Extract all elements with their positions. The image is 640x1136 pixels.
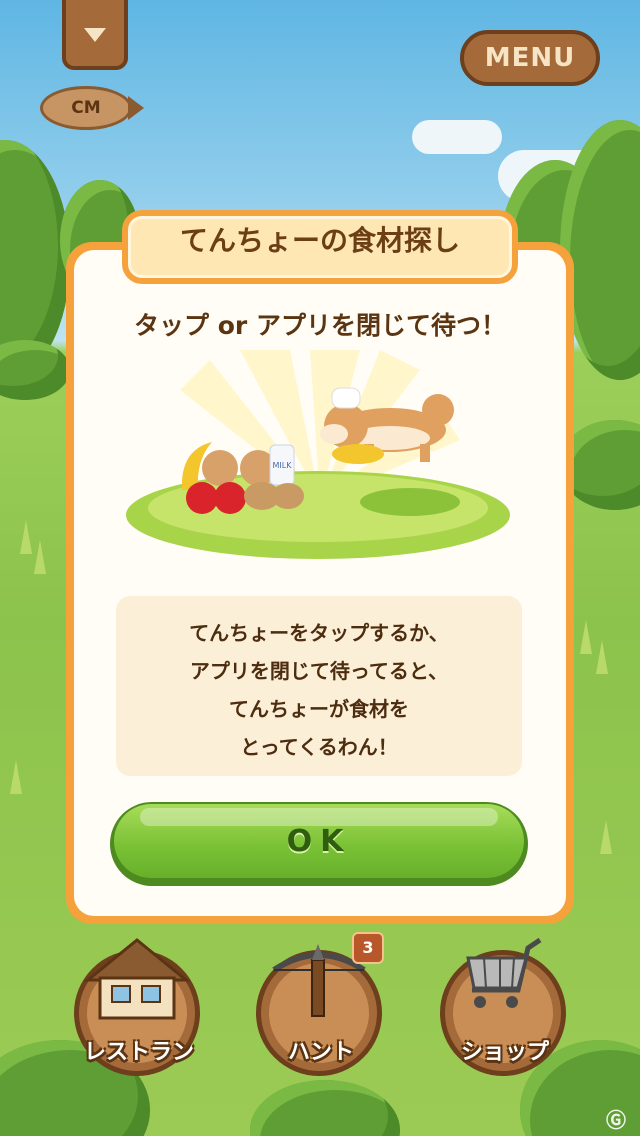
cm-blimp-button[interactable]: CM	[40, 86, 132, 130]
dog-fetching-food-illustration: MILK	[126, 350, 510, 559]
house-icon	[83, 938, 191, 1020]
bush	[250, 1080, 400, 1136]
shop-nav-label: ショップ	[460, 1040, 549, 1065]
instruction-line: とってくるわん！	[240, 735, 398, 759]
instruction-line: てんちょーをタップするか、	[189, 621, 449, 645]
corner-logo-icon: Ⓖ	[606, 1108, 626, 1132]
dialog-title: てんちょーの食材探し	[128, 216, 512, 278]
svg-text:MILK: MILK	[273, 461, 293, 470]
restaurant-nav-label: レストラン	[83, 1040, 194, 1065]
grass-tuft	[20, 520, 32, 554]
restaurant-nav-button[interactable]: レストラン	[74, 930, 204, 1080]
apple	[214, 482, 246, 514]
ok-button[interactable]: OK	[110, 802, 528, 886]
instruction-line: てんちょーが食材を	[229, 697, 409, 721]
corn	[332, 444, 384, 464]
grass-tuft	[34, 540, 46, 574]
dialog-subtitle: タップ or アプリを閉じて待つ！	[134, 311, 506, 340]
blimp-tail-icon	[128, 96, 144, 120]
hunt-nav-label: ハント	[287, 1040, 354, 1065]
shop-nav-button[interactable]: ショップ	[440, 930, 570, 1080]
cloud	[412, 120, 502, 154]
grass-tuft	[600, 820, 612, 854]
bush	[0, 340, 70, 400]
grass-tuft	[580, 620, 592, 654]
grass-tuft	[596, 640, 608, 674]
potato	[272, 483, 304, 509]
shopping-cart-icon	[466, 937, 542, 1008]
instruction-line: アプリを閉じて待ってると、	[189, 659, 449, 683]
hunt-count-badge: 3	[352, 932, 384, 964]
apple	[186, 482, 218, 514]
menu-button[interactable]: MENU	[460, 30, 600, 86]
dialog-title-tab: てんちょーの食材探し	[122, 210, 518, 284]
dropdown-toggle-button[interactable]	[62, 0, 128, 70]
onion	[202, 450, 238, 486]
ok-button-label: OK	[286, 824, 352, 859]
instruction-text-box: てんちょーをタップするか、 アプリを閉じて待ってると、 てんちょーが食材を とっ…	[116, 596, 522, 776]
triangle-down-icon	[84, 28, 106, 42]
grass-tuft	[10, 760, 22, 794]
